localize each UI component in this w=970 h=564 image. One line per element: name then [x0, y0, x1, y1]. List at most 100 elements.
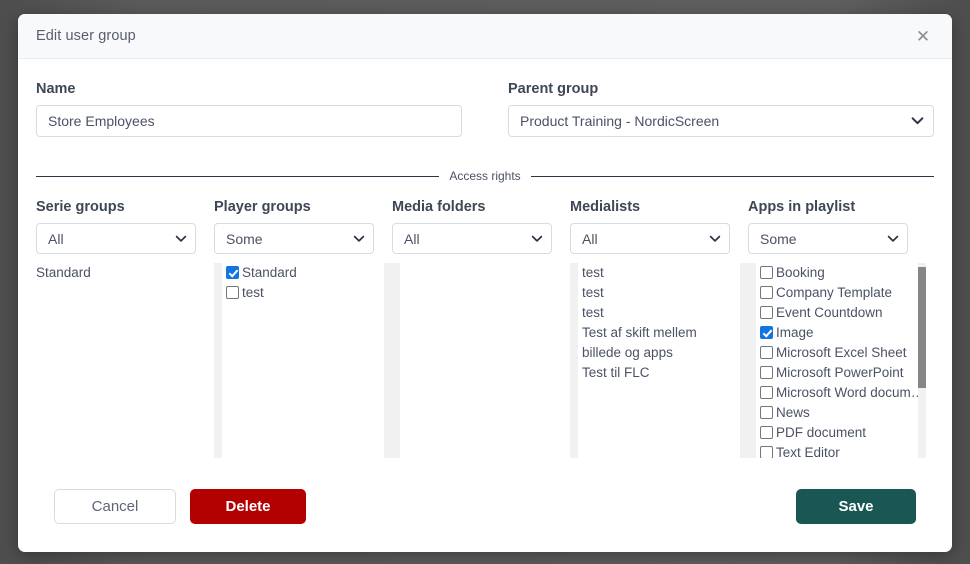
- access-rights-divider-label: Access rights: [449, 169, 521, 183]
- checkbox-icon[interactable]: [760, 266, 773, 279]
- checkbox-icon[interactable]: [760, 366, 773, 379]
- scrollbar-track-left-medialists[interactable]: [570, 263, 578, 458]
- scrollbar-track-right-player-groups[interactable]: [384, 263, 392, 458]
- list-item: Standard: [36, 265, 91, 280]
- list-item: Test af skift mellem billede og apps: [582, 325, 697, 360]
- list-item-label: Microsoft PowerPoint: [776, 365, 904, 380]
- access-select-wrap-apps-in-playlist: Some: [748, 223, 908, 254]
- access-list-items-apps-in-playlist: Booking Company Template Event Countdown Im…: [760, 263, 924, 458]
- access-column-player-groups: Player groups Some Standard test: [214, 199, 392, 458]
- list-item[interactable]: Booking: [760, 263, 914, 283]
- access-select-media-folders[interactable]: All: [392, 223, 552, 254]
- list-item-label: Microsoft Excel Sheet: [776, 345, 907, 360]
- name-field-block: Name: [36, 81, 462, 137]
- list-item-label: Text Editor: [776, 445, 840, 458]
- list-item-label: Image: [776, 325, 814, 340]
- save-button[interactable]: Save: [796, 488, 916, 524]
- cancel-button[interactable]: Cancel: [54, 488, 176, 524]
- access-list-items-serie-groups: Standard: [36, 263, 214, 283]
- dialog-body: Name Parent group Product Training - Nor…: [18, 59, 952, 494]
- list-item[interactable]: PDF document: [760, 423, 914, 443]
- parent-group-field-block: Parent group Product Training - NordicSc…: [508, 81, 934, 137]
- dialog-footer: Cancel Delete Save: [18, 460, 952, 552]
- access-select-medialists[interactable]: All: [570, 223, 730, 254]
- list-item-label: Event Countdown: [776, 305, 883, 320]
- checkbox-icon[interactable]: [760, 346, 773, 359]
- list-item[interactable]: News: [760, 403, 914, 423]
- list-item[interactable]: Microsoft PowerPoint: [760, 363, 914, 383]
- access-select-serie-groups[interactable]: All: [36, 223, 196, 254]
- access-rights-divider: Access rights: [36, 167, 935, 185]
- list-item[interactable]: Company Template: [760, 283, 914, 303]
- list-item-label: Microsoft Word docum…: [776, 385, 925, 400]
- dialog-header: Edit user group ✕: [18, 14, 952, 59]
- access-column-label-player-groups: Player groups: [214, 199, 311, 215]
- name-label: Name: [36, 81, 76, 97]
- list-item-label: Booking: [776, 265, 825, 280]
- list-item-label: PDF document: [776, 425, 867, 440]
- parent-group-select[interactable]: Product Training - NordicScreen: [508, 105, 934, 137]
- list-item[interactable]: Text Editor: [760, 443, 914, 458]
- list-item: Test til FLC: [582, 365, 650, 380]
- access-select-wrap-player-groups: Some: [214, 223, 374, 254]
- list-item-label: Standard: [242, 265, 297, 280]
- access-column-apps-in-playlist: Apps in playlist Some Booking Company Templ…: [748, 199, 926, 458]
- list-item[interactable]: Microsoft Word docum…: [760, 383, 924, 403]
- edit-user-group-dialog: Edit user group ✕ Name Parent group Prod…: [18, 14, 952, 552]
- scrollbar-track-left-media-folders[interactable]: [392, 263, 400, 458]
- access-list-items-player-groups: Standard test: [226, 263, 380, 303]
- access-column-serie-groups: Serie groups All Standard: [36, 199, 214, 458]
- access-column-label-apps-in-playlist: Apps in playlist: [748, 199, 856, 215]
- list-item[interactable]: Microsoft Excel Sheet: [760, 343, 914, 363]
- scrollbar-track-left-player-groups[interactable]: [214, 263, 222, 458]
- checkbox-icon[interactable]: [760, 446, 773, 458]
- access-list-panel-player-groups: Standard test: [214, 263, 392, 458]
- access-column-medialists: Medialists All test test test Test af skift m…: [570, 199, 748, 458]
- checkbox-icon[interactable]: [226, 266, 239, 279]
- access-select-apps-in-playlist[interactable]: Some: [748, 223, 908, 254]
- access-list-panel-serie-groups: Standard: [36, 263, 214, 458]
- access-select-wrap-media-folders: All: [392, 223, 552, 254]
- name-input[interactable]: [36, 105, 462, 137]
- dialog-title: Edit user group: [36, 28, 136, 44]
- checkbox-icon[interactable]: [760, 326, 773, 339]
- parent-group-label: Parent group: [508, 81, 599, 97]
- list-item-label: Company Template: [776, 285, 893, 300]
- checkbox-icon[interactable]: [760, 286, 773, 299]
- divider-rule-right: [530, 175, 935, 177]
- parent-group-select-wrap: Product Training - NordicScreen: [508, 105, 934, 137]
- access-column-label-serie-groups: Serie groups: [36, 199, 125, 215]
- list-item[interactable]: test: [226, 283, 380, 303]
- access-rights-columns: Serie groups All Standard Player groups Some…: [36, 199, 934, 458]
- access-list-panel-media-folders: [392, 263, 570, 458]
- list-item: test: [582, 305, 604, 320]
- list-item[interactable]: Image: [760, 323, 914, 343]
- list-item: test: [582, 265, 604, 280]
- delete-button[interactable]: Delete: [190, 488, 306, 524]
- list-item[interactable]: Standard: [226, 263, 380, 283]
- access-select-wrap-serie-groups: All: [36, 223, 196, 254]
- scrollbar-track-left-apps-in-playlist[interactable]: [748, 263, 756, 458]
- scrollbar-track-right-apps-in-playlist[interactable]: [918, 263, 926, 458]
- access-list-items-medialists: test test test Test af skift mellem billede…: [582, 263, 736, 383]
- list-item-label: test: [242, 285, 264, 300]
- checkbox-icon[interactable]: [760, 306, 773, 319]
- access-column-media-folders: Media folders All: [392, 199, 570, 458]
- scrollbar-track-right-medialists[interactable]: [740, 263, 748, 458]
- list-item: test: [582, 285, 604, 300]
- list-item-label: News: [776, 405, 810, 420]
- checkbox-icon[interactable]: [226, 286, 239, 299]
- access-column-label-media-folders: Media folders: [392, 199, 486, 215]
- checkbox-icon[interactable]: [760, 386, 773, 399]
- checkbox-icon[interactable]: [760, 406, 773, 419]
- access-select-wrap-medialists: All: [570, 223, 730, 254]
- list-item[interactable]: Event Countdown: [760, 303, 914, 323]
- divider-rule-left: [36, 175, 440, 177]
- access-select-player-groups[interactable]: Some: [214, 223, 374, 254]
- top-fields-row: Name Parent group Product Training - Nor…: [36, 81, 934, 137]
- access-list-panel-medialists: test test test Test af skift mellem billede…: [570, 263, 748, 458]
- access-column-label-medialists: Medialists: [570, 199, 641, 215]
- scrollbar-thumb-apps-in-playlist[interactable]: [918, 266, 926, 388]
- close-icon[interactable]: ✕: [910, 23, 936, 49]
- checkbox-icon[interactable]: [760, 426, 773, 439]
